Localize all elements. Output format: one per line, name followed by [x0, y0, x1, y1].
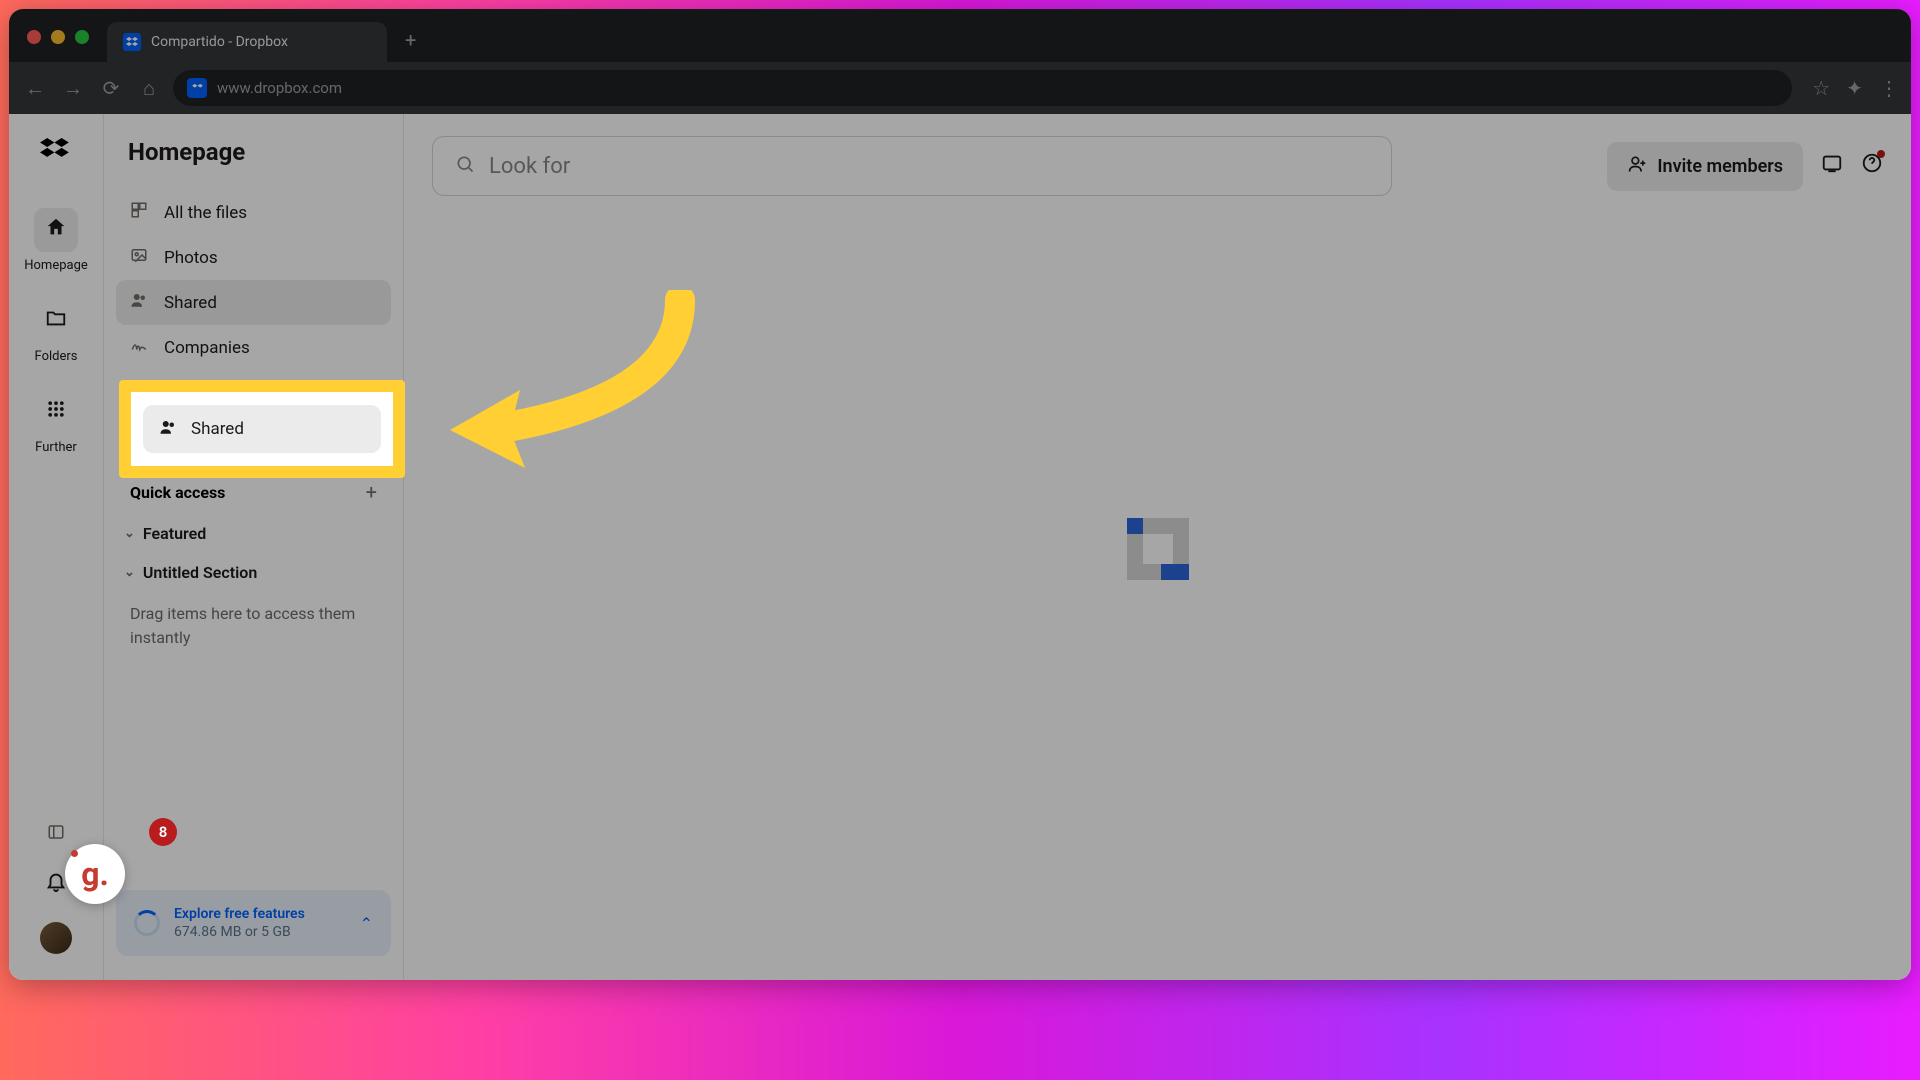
reload-button[interactable]: ⟳	[97, 74, 125, 102]
extensions-icon[interactable]: ✦	[1846, 76, 1863, 100]
notifications-bell-icon[interactable]	[45, 873, 67, 898]
minimize-window-icon[interactable]	[51, 30, 65, 44]
browser-menu-icon[interactable]: ⋮	[1879, 76, 1899, 100]
sidebar-item-label: Companies	[164, 338, 250, 358]
shared-people-icon	[159, 418, 177, 440]
apps-grid-icon	[46, 399, 66, 425]
section-label: Untitled Section	[143, 563, 257, 582]
rail-homepage[interactable]: Homepage	[21, 198, 91, 283]
signature-icon	[130, 336, 150, 359]
rail-folders[interactable]: Folders	[21, 289, 91, 374]
main-content: Look for Invite members	[404, 114, 1911, 980]
app-switcher-icon[interactable]	[1821, 152, 1843, 180]
address-bar[interactable]: www.dropbox.com	[173, 70, 1792, 106]
back-button[interactable]: ←	[21, 74, 49, 102]
user-avatar[interactable]	[40, 922, 72, 954]
section-untitled[interactable]: ⌄ Untitled Section	[116, 553, 391, 592]
dropbox-favicon-icon	[123, 33, 141, 51]
browser-tab[interactable]: Compartido - Dropbox	[107, 22, 387, 62]
rail-further[interactable]: Further	[21, 380, 91, 465]
window-controls[interactable]	[9, 30, 107, 62]
grammarly-fab[interactable]: g. 8	[65, 844, 125, 904]
all-files-icon	[130, 201, 150, 224]
invite-label: Invite members	[1657, 156, 1783, 177]
tutorial-highlight: Shared	[119, 380, 405, 478]
rail-label: Folders	[35, 349, 78, 364]
upgrade-card[interactable]: Explore free features 674.86 MB or 5 GB …	[116, 890, 391, 956]
home-icon	[45, 216, 67, 244]
star-bookmark-icon[interactable]: ☆	[1812, 76, 1830, 100]
search-icon	[455, 154, 475, 179]
notification-count-badge: 8	[149, 818, 177, 846]
browser-toolbar: ← → ⟳ ⌂ www.dropbox.com ☆ ✦ ⋮	[9, 62, 1911, 114]
sidebar-item-label: Shared	[164, 293, 217, 313]
storage-meter-icon	[134, 910, 160, 936]
section-featured[interactable]: ⌄ Featured	[116, 514, 391, 553]
tutorial-arrow-icon	[430, 290, 710, 490]
collapse-sidebar-icon[interactable]	[47, 823, 65, 846]
sidebar-item-shared[interactable]: Shared	[116, 280, 391, 325]
sidebar-item-companies[interactable]: Companies	[116, 325, 391, 370]
shared-people-icon	[130, 291, 150, 314]
home-button[interactable]: ⌂	[135, 74, 163, 102]
rail-label: Homepage	[24, 258, 88, 273]
tab-title: Compartido - Dropbox	[151, 34, 288, 50]
drag-hint-text: Drag items here to access them instantly	[116, 592, 391, 660]
sidebar-item-photos[interactable]: Photos	[116, 235, 391, 280]
sidebar-item-label: All the files	[164, 203, 247, 223]
help-icon[interactable]	[1861, 152, 1883, 180]
browser-tab-strip: Compartido - Dropbox +	[9, 9, 1911, 62]
folder-icon	[45, 307, 67, 335]
g-label: g.	[81, 855, 109, 893]
highlight-label: Shared	[191, 419, 244, 439]
close-window-icon[interactable]	[27, 30, 41, 44]
quick-access-heading: Quick access	[130, 483, 225, 502]
section-label: Featured	[143, 524, 206, 543]
sidebar-item-all-files[interactable]: All the files	[116, 190, 391, 235]
sidebar-title: Homepage	[116, 138, 391, 190]
chevron-up-icon: ⌃	[360, 914, 373, 933]
url-text: www.dropbox.com	[217, 79, 342, 97]
search-placeholder: Look for	[489, 154, 570, 179]
forward-button[interactable]: →	[59, 74, 87, 102]
upgrade-title: Explore free features	[174, 906, 346, 922]
top-bar: Look for Invite members	[404, 114, 1911, 218]
dropbox-app: Homepage Folders Further	[9, 114, 1911, 980]
add-quick-access-button[interactable]: +	[366, 480, 377, 504]
upgrade-storage: 674.86 MB or 5 GB	[174, 924, 346, 940]
dropbox-logo-icon[interactable]	[40, 132, 72, 172]
chevron-down-icon: ⌄	[124, 526, 135, 541]
rail-label: Further	[35, 440, 77, 455]
badge-dot-icon	[71, 850, 78, 857]
site-lock-icon	[187, 78, 207, 98]
invite-person-icon	[1627, 154, 1647, 179]
chevron-down-icon: ⌄	[124, 565, 135, 580]
invite-members-button[interactable]: Invite members	[1607, 142, 1803, 191]
sidebar: Homepage All the files Photos Shared	[104, 114, 404, 980]
maximize-window-icon[interactable]	[75, 30, 89, 44]
photos-icon	[130, 246, 150, 269]
loading-spinner-icon	[1127, 518, 1189, 580]
new-tab-button[interactable]: +	[387, 18, 434, 62]
sidebar-item-label: Photos	[164, 248, 218, 268]
search-input[interactable]: Look for	[432, 136, 1392, 196]
